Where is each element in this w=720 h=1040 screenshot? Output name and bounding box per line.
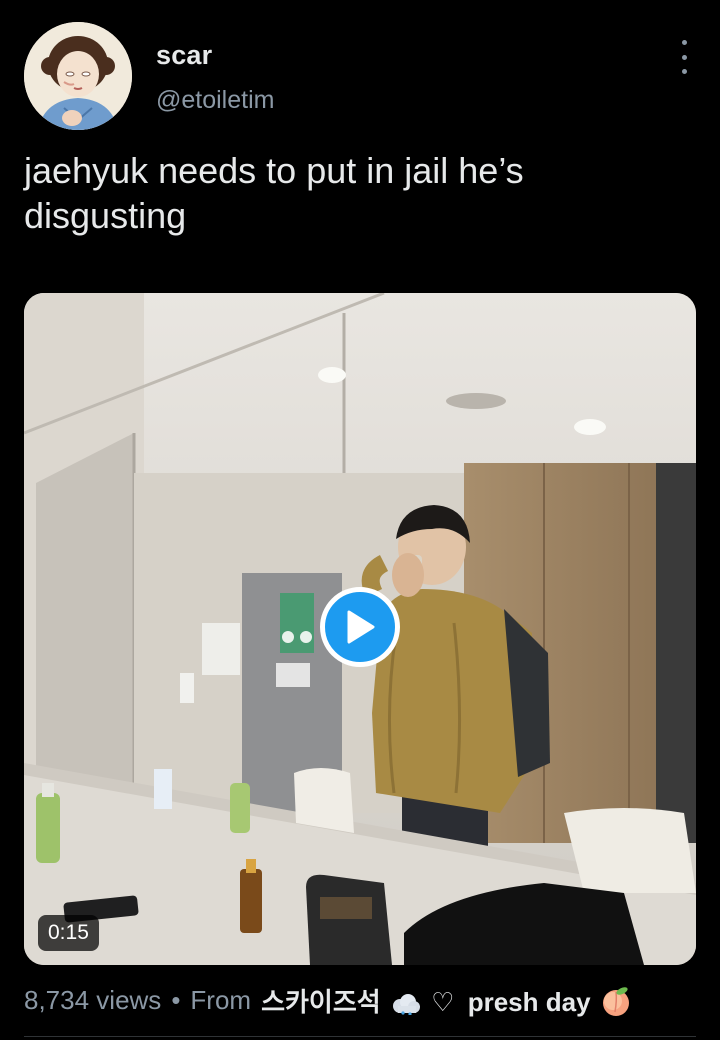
- avatar[interactable]: [24, 22, 132, 130]
- divider: [24, 1036, 696, 1037]
- play-button[interactable]: [320, 587, 400, 667]
- play-icon: [347, 610, 375, 644]
- more-dot-icon: [681, 54, 687, 60]
- tweet: scar @etoiletim jaehyuk needs to put in …: [0, 0, 720, 1040]
- tweet-meta: 8,734 views • From 스카이즈석 ♡ presh day: [24, 982, 633, 1019]
- source-korean-text: 스카이즈석: [261, 987, 381, 1017]
- avatar-illustration-icon: [24, 22, 132, 130]
- more-dot-icon: [681, 40, 687, 45]
- separator-dot: •: [171, 985, 181, 1015]
- more-dot-icon: [681, 69, 687, 74]
- view-count: 8,734 views: [24, 985, 162, 1015]
- video-player[interactable]: 0:15: [24, 293, 696, 965]
- cloud-icon: [392, 994, 420, 1016]
- user-handle[interactable]: @etoiletim: [156, 86, 274, 115]
- display-name[interactable]: scar: [156, 40, 212, 71]
- tweet-text: jaehyuk needs to put in jail he’s disgus…: [24, 150, 524, 236]
- heart-glyph: ♡: [431, 987, 455, 1017]
- peach-icon: [602, 986, 629, 1016]
- source-name: presh day: [467, 987, 591, 1017]
- from-label: From: [190, 985, 252, 1015]
- more-options-button[interactable]: [674, 40, 694, 74]
- video-duration-badge: 0:15: [38, 915, 99, 951]
- source-app-link[interactable]: 스카이즈석 ♡ presh day: [261, 982, 590, 1019]
